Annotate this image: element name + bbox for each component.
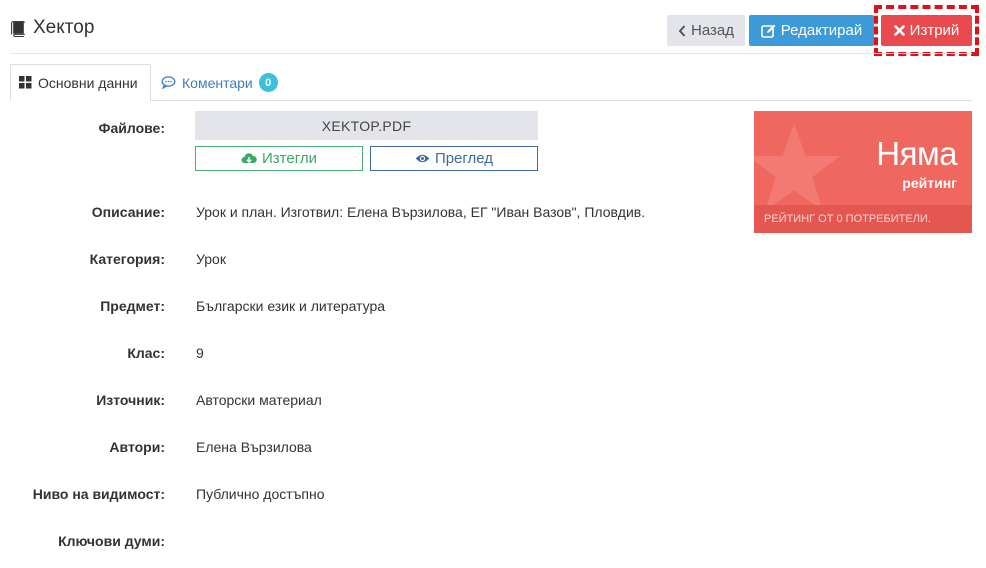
tab-comments-label: Коментари [182,74,253,91]
grade-value: 9 [196,345,204,361]
chevron-left-icon [678,24,686,37]
tabs-bar: Основни данни Коментари 0 [10,64,972,101]
page-title: Хектор [10,17,94,39]
tab-basic-label: Основни данни [38,74,138,91]
preview-button-label: Преглед [434,150,494,167]
edit-button-label: Редактирай [780,22,863,39]
comment-icon [161,76,176,89]
delete-button[interactable]: Изтрий [881,15,972,46]
source-value: Авторски материал [196,392,322,408]
back-button[interactable]: Назад [667,15,745,46]
visibility-label: Ниво на видимост: [32,486,165,502]
edit-button[interactable]: Редактирай [749,15,874,46]
subject-label: Предмет: [100,298,165,314]
file-name: XEKTOP.PDF [195,111,538,140]
description-label: Описание: [91,204,165,220]
download-button-label: Изтегли [262,150,317,167]
rating-big-text: Няма [876,135,957,172]
page-title-text: Хектор [33,17,95,38]
delete-button-label: Изтрий [909,22,960,39]
grade-label: Клас: [127,345,165,361]
book-icon [11,20,25,37]
category-value: Урок [196,251,226,267]
keywords-label: Ключови думи: [58,533,165,549]
files-label: Файлове: [98,120,165,136]
grid-icon [19,76,32,89]
source-label: Източник: [96,392,165,408]
rating-small-text: рейтинг [902,175,957,191]
rating-footer: РЕЙТИНГ ОТ 0 ПОТРЕБИТЕЛИ. [754,205,972,233]
preview-button[interactable]: Преглед [370,146,538,171]
back-button-label: Назад [691,22,734,39]
visibility-value: Публично достъпно [196,486,325,502]
close-icon [893,25,905,36]
tab-comments[interactable]: Коментари 0 [161,64,278,101]
comments-count-badge: 0 [258,73,278,92]
authors-label: Автори: [109,439,165,455]
edit-icon [760,24,776,38]
tab-basic-data[interactable]: Основни данни [10,64,151,101]
authors-value: Елена Вързилова [196,439,312,455]
header-divider [10,53,972,54]
eye-icon [415,154,430,163]
category-label: Категория: [89,251,165,267]
rating-card: Няма рейтинг РЕЙТИНГ ОТ 0 ПОТРЕБИТЕЛИ. [754,111,972,233]
cloud-download-icon [241,153,257,164]
download-button[interactable]: Изтегли [195,146,363,171]
subject-value: Български език и литература [196,298,386,314]
star-icon [754,123,841,211]
description-value: Урок и план. Изготвил: Елена Вързилова, … [196,204,646,220]
